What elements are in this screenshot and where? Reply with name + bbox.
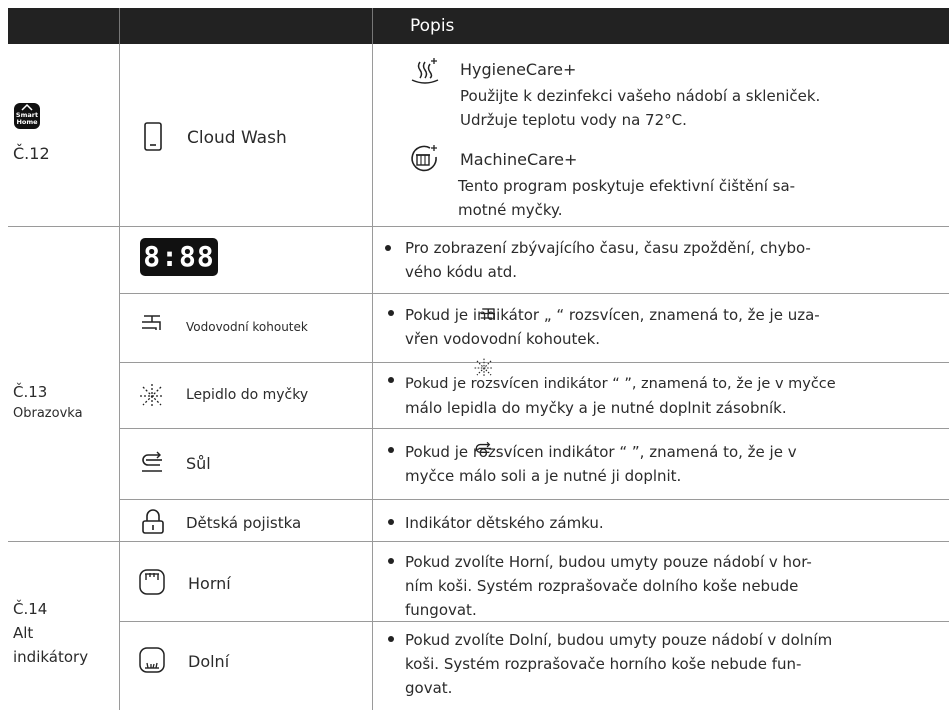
- grid-line: [8, 541, 949, 542]
- table-header: Popis: [8, 8, 949, 44]
- lower-basket-icon: [139, 647, 165, 673]
- display-text: Pro zobrazení zbývajícího času, času zpo…: [405, 239, 811, 257]
- bullet: [388, 636, 394, 642]
- grid-line: [119, 362, 949, 363]
- machine-care-icon: [411, 145, 437, 172]
- glue-icon: [474, 358, 494, 378]
- grid-line: [8, 226, 949, 227]
- header-title: Popis: [410, 16, 455, 36]
- lock-icon: [142, 509, 164, 534]
- salt-text: myčce málo soli a je nutné ji doplnit.: [405, 467, 682, 485]
- upper-text: Pokud zvolíte Horní, budou umyty pouze n…: [405, 553, 812, 571]
- hygiene-title: HygieneCare+: [460, 60, 577, 79]
- hygiene-text: Udržuje teplotu vody na 72°C.: [460, 111, 687, 129]
- upper-basket-icon: [139, 569, 165, 595]
- upper-text: ním koši. Systém rozprašovače dolního ko…: [405, 577, 799, 595]
- grid-line: [372, 44, 373, 710]
- upper-text: fungovat.: [405, 601, 477, 619]
- tap-text: Pokud je indikátor „ “ rozsvícen, znamen…: [405, 306, 820, 324]
- tap-text: vřen vodovodní kohoutek.: [405, 330, 601, 348]
- upper-label: Horní: [188, 574, 231, 593]
- salt-icon: [475, 441, 491, 453]
- row-sublabel: Obrazovka: [13, 406, 83, 421]
- tap-label: Vodovodní kohoutek: [186, 320, 308, 334]
- salt-icon: [142, 451, 162, 472]
- lower-text: govat.: [405, 679, 453, 697]
- hygiene-text: Použijte k dezinfekci vašeho nádobí a sk…: [460, 87, 821, 105]
- row-label: Č.13: [13, 383, 48, 401]
- lower-text: Pokud zvolíte Dolní, budou umyty pouze n…: [405, 631, 833, 649]
- tap-icon: [480, 308, 495, 320]
- smart-home-icon: Smart Home: [14, 103, 40, 129]
- tap-icon: [142, 315, 161, 330]
- bullet: [385, 245, 391, 251]
- machine-care-text: motné myčky.: [458, 201, 563, 219]
- glue-text: málo lepidla do myčky a je nutné doplnit…: [405, 399, 787, 417]
- row-label: Č.14: [13, 600, 48, 618]
- grid-line: [119, 621, 949, 622]
- bullet: [388, 558, 394, 564]
- lock-text: Indikátor dětského zámku.: [405, 514, 604, 532]
- bullet: [388, 377, 394, 383]
- digital-display-icon: 8:88: [140, 238, 218, 276]
- lower-label: Dolní: [188, 652, 230, 671]
- grid-line: [119, 44, 120, 710]
- grid-line: [119, 428, 949, 429]
- cloud-wash-label: Cloud Wash: [187, 128, 287, 148]
- display-text: vého kódu atd.: [405, 263, 518, 281]
- row-label: Alt: [13, 624, 34, 642]
- glue-text: Pokud je rozsvícen indikátor “ ”, znamen…: [405, 376, 836, 392]
- salt-text: Pokud je rozsvícen indikátor “ ”, znamen…: [405, 443, 797, 461]
- lock-label: Dětská pojistka: [186, 514, 302, 532]
- row-label: indikátory: [13, 648, 89, 666]
- grid-line: [119, 499, 949, 500]
- bullet: [388, 447, 394, 453]
- bullet: [388, 310, 394, 316]
- steam-icon: [411, 58, 439, 84]
- grid-line: [119, 293, 949, 294]
- bullet: [388, 519, 394, 525]
- machine-care-text: Tento program poskytuje efektivní čištěn…: [458, 177, 796, 195]
- header-divider: [372, 8, 373, 44]
- glue-label: Lepidlo do myčky: [186, 387, 309, 403]
- lower-text: koši. Systém rozprašovače horního koše n…: [405, 655, 802, 673]
- row-label: Č.12: [13, 144, 50, 163]
- display-digits: 8:88: [143, 240, 215, 273]
- glue-icon: [140, 384, 164, 408]
- machine-care-title: MachineCare+: [460, 150, 578, 169]
- phone-icon: [144, 122, 162, 151]
- smart-home-label: Smart Home: [15, 111, 39, 126]
- header-divider: [119, 8, 120, 44]
- salt-label: Sůl: [186, 454, 211, 473]
